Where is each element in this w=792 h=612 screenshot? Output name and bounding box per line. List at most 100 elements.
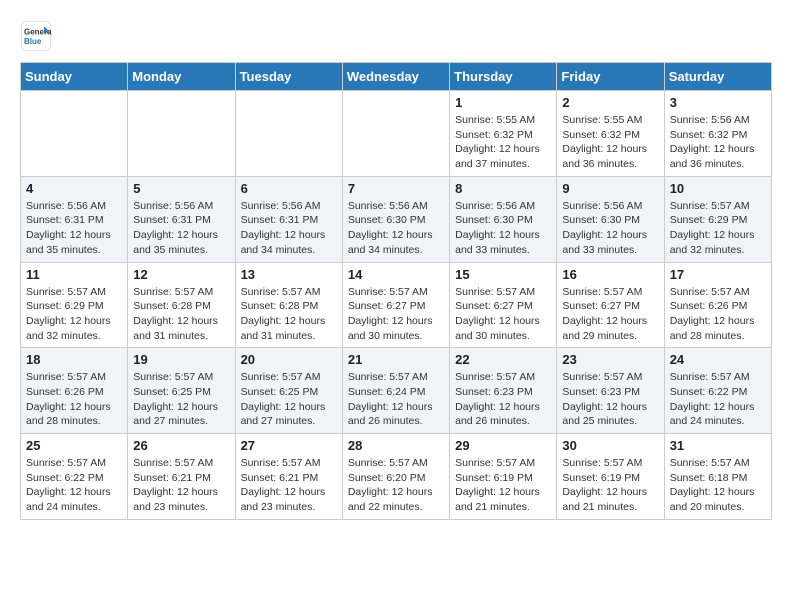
day-number: 29 (455, 438, 551, 453)
calendar-day-cell: 11 Sunrise: 5:57 AMSunset: 6:29 PMDayligh… (21, 262, 128, 348)
day-info: Sunrise: 5:56 AMSunset: 6:30 PMDaylight:… (348, 199, 444, 258)
day-info: Sunrise: 5:56 AMSunset: 6:31 PMDaylight:… (241, 199, 337, 258)
day-info: Sunrise: 5:56 AMSunset: 6:31 PMDaylight:… (133, 199, 229, 258)
day-number: 11 (26, 267, 122, 282)
day-info: Sunrise: 5:57 AMSunset: 6:22 PMDaylight:… (670, 370, 766, 429)
day-info: Sunrise: 5:57 AMSunset: 6:25 PMDaylight:… (133, 370, 229, 429)
day-number: 2 (562, 95, 658, 110)
day-number: 20 (241, 352, 337, 367)
calendar-day-cell: 18Sunrise: 5:57 AMSunset: 6:26 PMDayligh… (21, 348, 128, 434)
logo: General Blue (20, 20, 58, 52)
day-number: 3 (670, 95, 766, 110)
calendar-day-cell: 9Sunrise: 5:56 AMSunset: 6:30 PMDaylight… (557, 176, 664, 262)
calendar-day-cell: 3Sunrise: 5:56 AMSunset: 6:32 PMDaylight… (664, 91, 771, 177)
day-number: 13 (241, 267, 337, 282)
day-info: Sunrise: 5:57 AMSunset: 6:20 PMDaylight:… (348, 456, 444, 515)
svg-text:Blue: Blue (24, 37, 42, 46)
calendar-day-cell (21, 91, 128, 177)
calendar-day-cell: 22Sunrise: 5:57 AMSunset: 6:23 PMDayligh… (450, 348, 557, 434)
day-number: 31 (670, 438, 766, 453)
calendar-day-cell: 25Sunrise: 5:57 AMSunset: 6:22 PMDayligh… (21, 434, 128, 520)
day-info: Sunrise: 5:57 AMSunset: 6:27 PMDaylight:… (348, 285, 444, 344)
day-number: 9 (562, 181, 658, 196)
day-number: 18 (26, 352, 122, 367)
calendar-table: SundayMondayTuesdayWednesdayThursdayFrid… (20, 62, 772, 520)
day-number: 14 (348, 267, 444, 282)
calendar-day-cell: 7 Sunrise: 5:56 AMSunset: 6:30 PMDaylight… (342, 176, 449, 262)
calendar-day-cell: 26Sunrise: 5:57 AMSunset: 6:21 PMDayligh… (128, 434, 235, 520)
day-number: 27 (241, 438, 337, 453)
day-number: 30 (562, 438, 658, 453)
calendar-day-cell: 27 Sunrise: 5:57 AMSunset: 6:21 PMDayligh… (235, 434, 342, 520)
day-number: 17 (670, 267, 766, 282)
page-header: General Blue (20, 20, 772, 52)
day-info: Sunrise: 5:57 AMSunset: 6:19 PMDaylight:… (562, 456, 658, 515)
day-info: Sunrise: 5:57 AMSunset: 6:21 PMDaylight:… (241, 456, 337, 515)
weekday-header: Sunday (21, 63, 128, 91)
day-number: 19 (133, 352, 229, 367)
weekday-header: Wednesday (342, 63, 449, 91)
weekday-header: Thursday (450, 63, 557, 91)
day-number: 1 (455, 95, 551, 110)
calendar-day-cell: 5 Sunrise: 5:56 AMSunset: 6:31 PMDaylight… (128, 176, 235, 262)
day-info: Sunrise: 5:57 AMSunset: 6:29 PMDaylight:… (26, 285, 122, 344)
calendar-day-cell: 4Sunrise: 5:56 AMSunset: 6:31 PMDaylight… (21, 176, 128, 262)
day-info: Sunrise: 5:57 AMSunset: 6:23 PMDaylight:… (562, 370, 658, 429)
weekday-header: Saturday (664, 63, 771, 91)
day-number: 16 (562, 267, 658, 282)
day-info: Sunrise: 5:55 AMSunset: 6:32 PMDaylight:… (562, 113, 658, 172)
day-info: Sunrise: 5:57 AMSunset: 6:19 PMDaylight:… (455, 456, 551, 515)
calendar-day-cell: 12 Sunrise: 5:57 AMSunset: 6:28 PMDayligh… (128, 262, 235, 348)
day-info: Sunrise: 5:57 AMSunset: 6:27 PMDaylight:… (455, 285, 551, 344)
calendar-week-row: 18Sunrise: 5:57 AMSunset: 6:26 PMDayligh… (21, 348, 772, 434)
day-number: 6 (241, 181, 337, 196)
calendar-day-cell: 15 Sunrise: 5:57 AMSunset: 6:27 PMDayligh… (450, 262, 557, 348)
day-info: Sunrise: 5:57 AMSunset: 6:27 PMDaylight:… (562, 285, 658, 344)
day-info: Sunrise: 5:57 AMSunset: 6:28 PMDaylight:… (133, 285, 229, 344)
calendar-day-cell: 8 Sunrise: 5:56 AMSunset: 6:30 PMDaylight… (450, 176, 557, 262)
calendar-header-row: SundayMondayTuesdayWednesdayThursdayFrid… (21, 63, 772, 91)
calendar-day-cell (235, 91, 342, 177)
calendar-day-cell: 6 Sunrise: 5:56 AMSunset: 6:31 PMDaylight… (235, 176, 342, 262)
day-info: Sunrise: 5:57 AMSunset: 6:29 PMDaylight:… (670, 199, 766, 258)
day-info: Sunrise: 5:55 AMSunset: 6:32 PMDaylight:… (455, 113, 551, 172)
day-number: 5 (133, 181, 229, 196)
day-number: 25 (26, 438, 122, 453)
day-info: Sunrise: 5:57 AMSunset: 6:24 PMDaylight:… (348, 370, 444, 429)
day-number: 26 (133, 438, 229, 453)
day-number: 15 (455, 267, 551, 282)
calendar-day-cell: 20 Sunrise: 5:57 AMSunset: 6:25 PMDayligh… (235, 348, 342, 434)
day-number: 23 (562, 352, 658, 367)
calendar-day-cell (128, 91, 235, 177)
calendar-week-row: 4 Sunrise: 5:56 AMSunset: 6:31 PMDaylight… (21, 176, 772, 262)
calendar-week-row: 25Sunrise: 5:57 AMSunset: 6:22 PMDayligh… (21, 434, 772, 520)
day-number: 7 (348, 181, 444, 196)
day-info: Sunrise: 5:57 AMSunset: 6:28 PMDaylight:… (241, 285, 337, 344)
calendar-day-cell: 19 Sunrise: 5:57 AMSunset: 6:25 PMDayligh… (128, 348, 235, 434)
calendar-day-cell: 16 Sunrise: 5:57 AMSunset: 6:27 PMDayligh… (557, 262, 664, 348)
calendar-day-cell: 1 Sunrise: 5:55 AMSunset: 6:32 PMDaylight… (450, 91, 557, 177)
calendar-day-cell: 10Sunrise: 5:57 AMSunset: 6:29 PMDayligh… (664, 176, 771, 262)
day-info: Sunrise: 5:57 AMSunset: 6:26 PMDaylight:… (670, 285, 766, 344)
logo-icon: General Blue (20, 20, 52, 52)
weekday-header: Tuesday (235, 63, 342, 91)
calendar-day-cell: 17 Sunrise: 5:57 AMSunset: 6:26 PMDayligh… (664, 262, 771, 348)
calendar-day-cell: 29 Sunrise: 5:57 AMSunset: 6:19 PMDayligh… (450, 434, 557, 520)
calendar-week-row: 1 Sunrise: 5:55 AMSunset: 6:32 PMDaylight… (21, 91, 772, 177)
day-info: Sunrise: 5:57 AMSunset: 6:23 PMDaylight:… (455, 370, 551, 429)
calendar-day-cell: 28Sunrise: 5:57 AMSunset: 6:20 PMDayligh… (342, 434, 449, 520)
calendar-day-cell: 13 Sunrise: 5:57 AMSunset: 6:28 PMDayligh… (235, 262, 342, 348)
calendar-day-cell: 21Sunrise: 5:57 AMSunset: 6:24 PMDayligh… (342, 348, 449, 434)
day-info: Sunrise: 5:56 AMSunset: 6:30 PMDaylight:… (455, 199, 551, 258)
weekday-header: Monday (128, 63, 235, 91)
calendar-day-cell: 14 Sunrise: 5:57 AMSunset: 6:27 PMDayligh… (342, 262, 449, 348)
day-number: 4 (26, 181, 122, 196)
calendar-day-cell: 23 Sunrise: 5:57 AMSunset: 6:23 PMDayligh… (557, 348, 664, 434)
day-number: 24 (670, 352, 766, 367)
day-info: Sunrise: 5:57 AMSunset: 6:25 PMDaylight:… (241, 370, 337, 429)
day-number: 12 (133, 267, 229, 282)
calendar-day-cell: 24 Sunrise: 5:57 AMSunset: 6:22 PMDayligh… (664, 348, 771, 434)
calendar-day-cell: 30 Sunrise: 5:57 AMSunset: 6:19 PMDayligh… (557, 434, 664, 520)
calendar-day-cell (342, 91, 449, 177)
day-number: 8 (455, 181, 551, 196)
